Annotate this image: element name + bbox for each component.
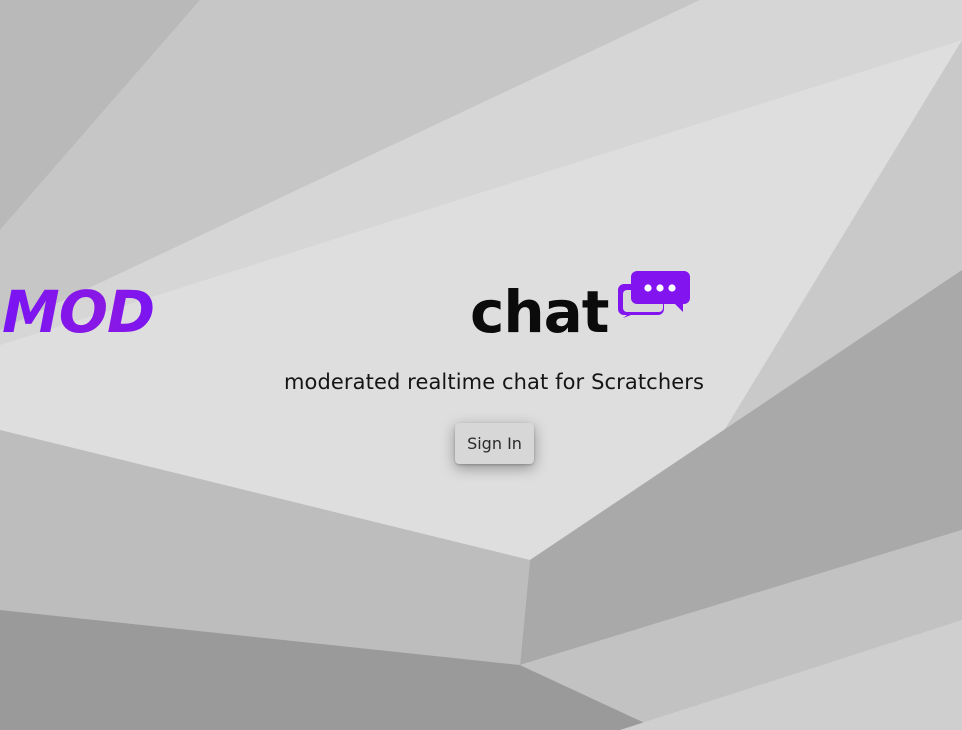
- tagline: moderated realtime chat for Scratchers: [283, 370, 705, 394]
- landing-page: MOD chat moderated realtime chat for Scr…: [0, 0, 962, 730]
- hero-section: MOD chat moderated realtime chat for Scr…: [0, 0, 962, 730]
- logo-text-mod: MOD: [2, 278, 155, 346]
- chat-bubbles-icon: [618, 271, 690, 318]
- sign-in-button[interactable]: Sign In: [455, 423, 534, 464]
- logo-text-chat: chat: [470, 278, 610, 346]
